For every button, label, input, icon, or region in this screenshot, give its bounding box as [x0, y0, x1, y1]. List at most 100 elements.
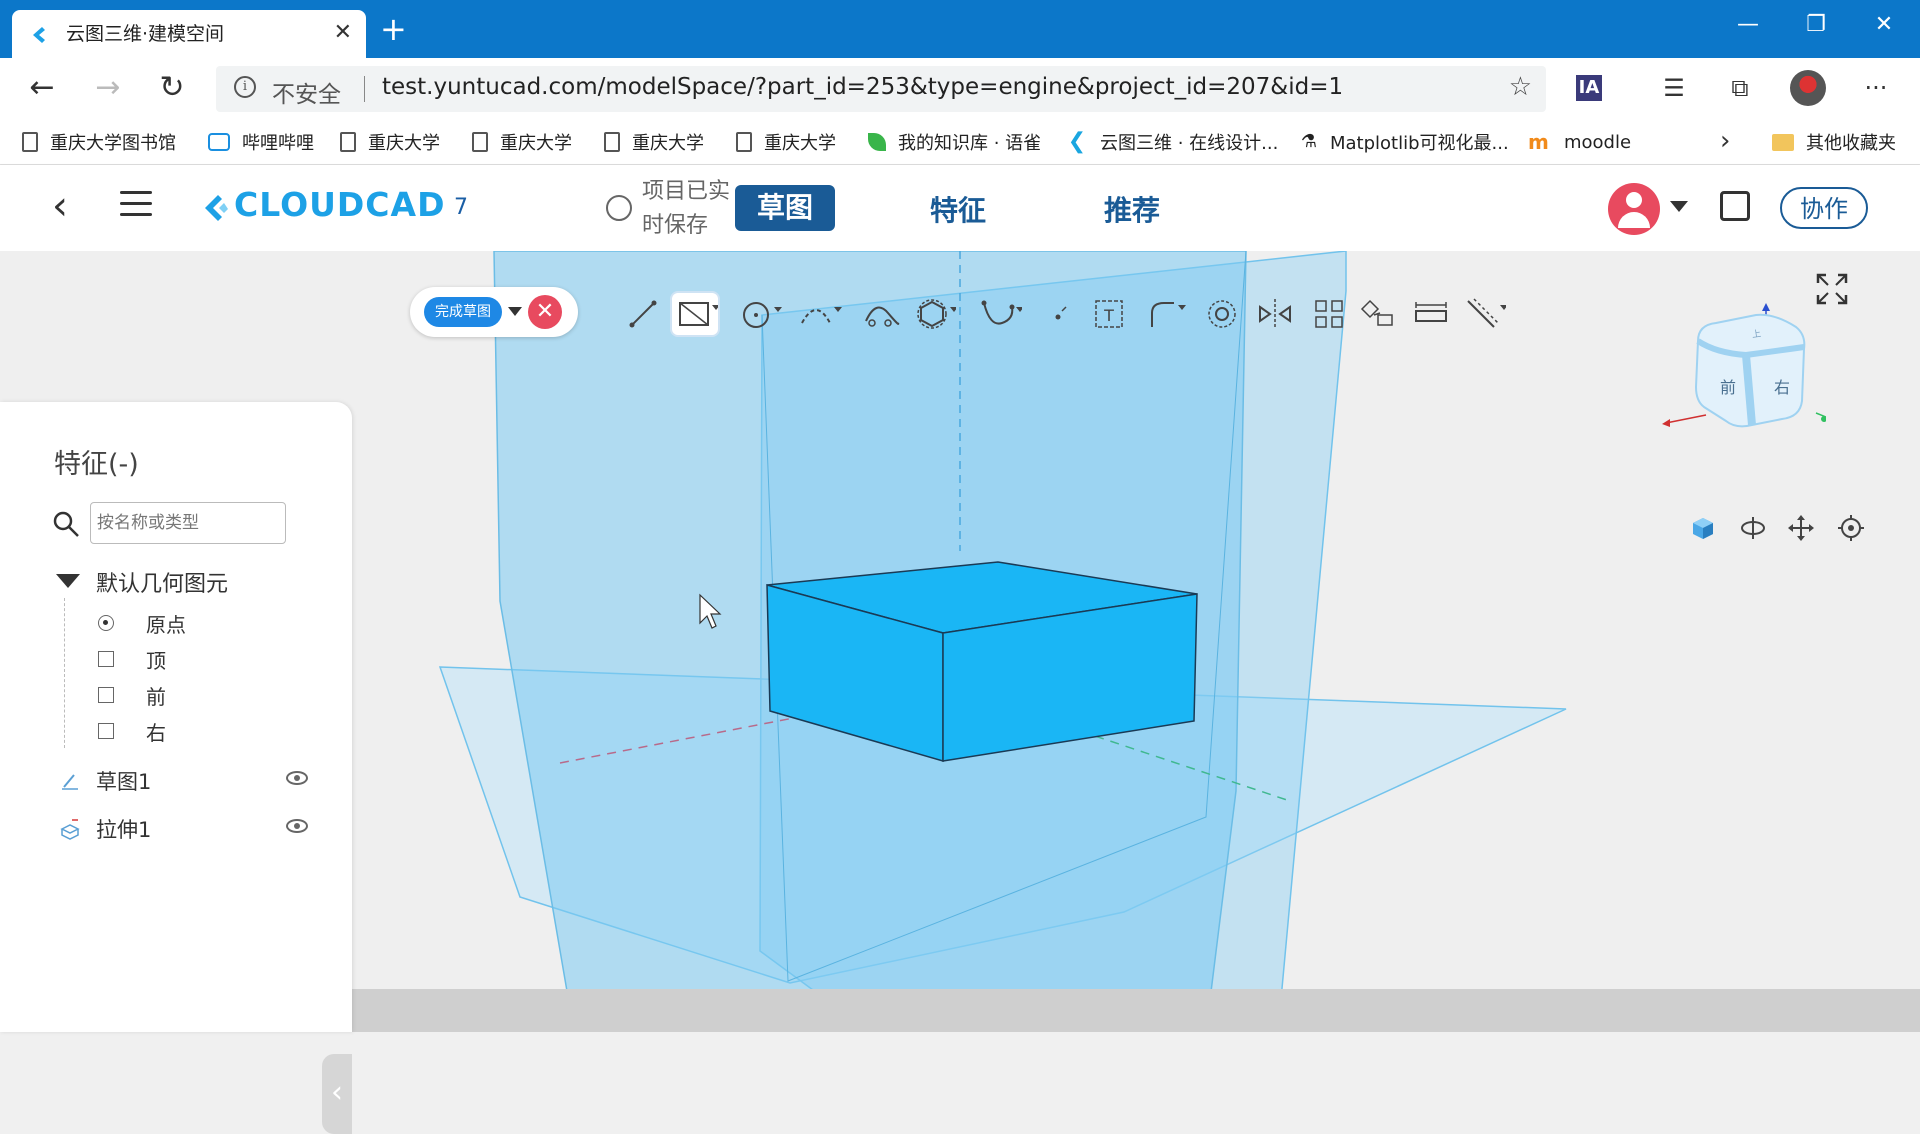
share-external-icon[interactable]: [1720, 191, 1750, 221]
circle-tool-icon[interactable]: [738, 293, 784, 335]
pattern-tool-icon[interactable]: [1306, 293, 1352, 335]
address-bar[interactable]: i 不安全 test.yuntucad.com/modelSpace/?part…: [216, 66, 1546, 112]
point-tool-icon[interactable]: [1036, 293, 1082, 335]
tab-feature[interactable]: 特征: [930, 189, 986, 229]
bookmark-item[interactable]: ❮ 云图三维 · 在线设计...: [1066, 128, 1279, 156]
tree-item-right-plane[interactable]: 右: [98, 716, 166, 746]
nav-cube-right-label: 右: [1774, 378, 1790, 397]
line-tool-icon[interactable]: [620, 293, 666, 335]
text-tool-icon[interactable]: T: [1086, 293, 1132, 335]
bookmark-item[interactable]: 重庆大学: [736, 128, 836, 156]
rectangle-tool-icon[interactable]: [672, 293, 720, 335]
close-window-icon[interactable]: ✕: [1864, 12, 1904, 37]
info-icon[interactable]: i: [234, 76, 256, 98]
nav-cube-front-label: 前: [1720, 378, 1736, 397]
browser-tab[interactable]: 云图三维·建模空间 ✕: [12, 10, 366, 58]
caret-down-icon[interactable]: [56, 574, 80, 588]
minimize-icon[interactable]: —: [1728, 12, 1768, 37]
offset-tool-icon[interactable]: [1200, 293, 1246, 335]
dimension-tool-icon[interactable]: [1408, 293, 1454, 335]
bookmark-item[interactable]: 重庆大学图书馆: [22, 128, 176, 156]
favorites-icon[interactable]: ☰: [1654, 68, 1694, 108]
bookmark-item[interactable]: ⚗ Matplotlib可视化最...: [1300, 128, 1509, 156]
user-avatar[interactable]: [1608, 183, 1660, 235]
bookmark-item[interactable]: 重庆大学: [340, 128, 440, 156]
bookmarks-bar: 重庆大学图书馆 哔哩哔哩 重庆大学 重庆大学 重庆大学 重庆大学 我的知识库 ·…: [0, 120, 1920, 165]
tab-close-icon[interactable]: ✕: [334, 20, 352, 45]
tree-item-top-plane[interactable]: 顶: [98, 644, 166, 674]
bookmark-item[interactable]: 我的知识库 · 语雀: [868, 128, 1041, 156]
chevron-down-icon[interactable]: [1670, 201, 1688, 212]
search-icon: [53, 511, 79, 537]
finish-sketch-button[interactable]: 完成草图: [424, 297, 502, 327]
plane-icon: [98, 687, 114, 703]
browser-titlebar: 云图三维·建模空间 ✕ + — ❐ ✕: [0, 0, 1920, 58]
nav-cube-graphic[interactable]: 前 右 上: [1656, 301, 1847, 451]
address-separator: [364, 76, 365, 102]
chevron-right-icon[interactable]: ›: [1720, 126, 1730, 156]
back-arrow-icon[interactable]: ←: [22, 68, 62, 108]
new-tab-button[interactable]: +: [380, 13, 407, 45]
polygon-tool-icon[interactable]: [910, 293, 958, 335]
tree-item-front-plane[interactable]: 前: [98, 680, 166, 710]
tree-item-origin[interactable]: 原点: [98, 608, 186, 638]
spline-tool-icon[interactable]: [976, 293, 1024, 335]
bilibili-icon: [208, 133, 230, 151]
feature-item-sketch1[interactable]: 草图1: [58, 764, 308, 798]
browser-profile-avatar[interactable]: [1790, 70, 1826, 106]
page-icon: [22, 132, 38, 152]
bookmark-item[interactable]: m moodle: [1528, 128, 1631, 156]
pan-icon[interactable]: [1786, 513, 1816, 543]
bookmark-item[interactable]: 重庆大学: [472, 128, 572, 156]
tree-guide-line: [64, 598, 65, 748]
fillet-tool-icon[interactable]: [1142, 293, 1188, 335]
hamburger-menu-icon[interactable]: [120, 191, 152, 221]
url-text[interactable]: test.yuntucad.com/modelSpace/?part_id=25…: [382, 74, 1343, 100]
tab-recommend[interactable]: 推荐: [1104, 189, 1160, 229]
page-icon: [736, 132, 752, 152]
feature-item-extrude1[interactable]: 拉伸1: [58, 812, 308, 846]
panel-collapse-handle[interactable]: ‹: [322, 1054, 352, 1134]
bookmark-item[interactable]: 重庆大学: [604, 128, 704, 156]
zoom-fit-icon[interactable]: [1836, 513, 1866, 543]
chevron-down-icon[interactable]: [508, 307, 522, 316]
sketch-icon: [62, 774, 78, 790]
feature-panel-title: 特征(-): [54, 449, 139, 480]
visibility-eye-icon[interactable]: [286, 819, 308, 833]
folder-icon: [1772, 133, 1794, 151]
transform-tool-icon[interactable]: [1356, 293, 1402, 335]
ia-extension-icon[interactable]: IA: [1576, 75, 1602, 101]
browser-toolbar: ← → ↻ i 不安全 test.yuntucad.com/modelSpace…: [0, 58, 1920, 120]
bookmark-item[interactable]: 哔哩哔哩: [208, 128, 314, 156]
cloudcad-icon: ❮: [1067, 129, 1087, 154]
favorite-star-icon[interactable]: ☆: [1509, 72, 1532, 102]
matplotlib-icon: ⚗: [1300, 131, 1318, 152]
origin-icon: [98, 615, 114, 631]
feature-tree-panel: 特征(-) 默认几何图元 原点 顶 前 右 草图1 拉伸1 ‹: [0, 402, 352, 1134]
collections-icon[interactable]: ⧉: [1720, 68, 1760, 108]
default-geometry-group[interactable]: 默认几何图元: [96, 566, 228, 598]
more-options-icon[interactable]: ···: [1856, 68, 1896, 108]
forward-arrow-icon[interactable]: →: [88, 68, 128, 108]
mirror-tool-icon[interactable]: [1252, 293, 1298, 335]
rotate-icon[interactable]: [1738, 513, 1768, 543]
cancel-sketch-icon[interactable]: ✕: [528, 295, 562, 329]
refresh-icon[interactable]: ↻: [152, 68, 192, 108]
page-icon: [472, 132, 488, 152]
restore-icon[interactable]: ❐: [1796, 12, 1836, 37]
construction-tool-icon[interactable]: [1460, 293, 1508, 335]
navigation-cube[interactable]: 前 右 上: [1656, 301, 1847, 451]
view-cube-icon[interactable]: [1688, 513, 1718, 543]
back-chevron-icon[interactable]: ‹: [52, 183, 68, 229]
tab-sketch[interactable]: 草图: [735, 185, 835, 231]
feature-search-input[interactable]: [90, 502, 286, 544]
other-bookmarks-folder[interactable]: 其他收藏夹: [1772, 128, 1896, 156]
app-logo-text: CLOUDCAD: [234, 185, 446, 224]
project-number: 7: [454, 195, 468, 220]
visibility-eye-icon[interactable]: [286, 771, 308, 785]
cloudcad-favicon-icon: [33, 27, 45, 43]
arc-tool-icon[interactable]: [796, 293, 842, 335]
trim-tool-icon[interactable]: [858, 293, 904, 335]
collaborate-button[interactable]: 协作: [1780, 187, 1868, 229]
cloud-save-icon: [606, 195, 632, 221]
